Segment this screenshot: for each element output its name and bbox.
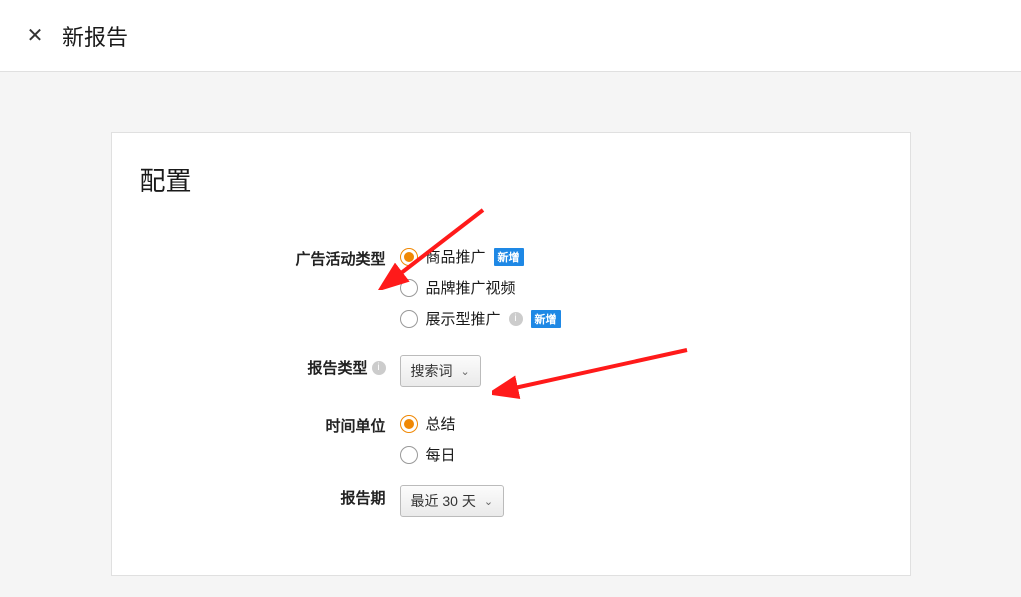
new-badge: 新增 [531, 310, 561, 328]
label-campaign-type-text: 广告活动类型 [295, 248, 385, 269]
radio-label: 商品推广 [426, 246, 486, 267]
close-icon[interactable]: ✕ [20, 23, 50, 48]
config-card: 配置 广告活动类型 商品推广 新增 品牌推广视频 展示型推广 i [111, 132, 911, 576]
radio-icon [400, 310, 418, 328]
row-report-type: 报告类型 i 搜索词 ⌄ [140, 355, 882, 387]
report-type-dropdown[interactable]: 搜索词 ⌄ [400, 355, 481, 387]
dropdown-value: 搜索词 [411, 361, 453, 381]
page-title: 新报告 [62, 20, 128, 52]
radio-icon [400, 415, 418, 433]
label-time-unit-text: 时间单位 [325, 415, 385, 436]
label-report-type-text: 报告类型 [307, 357, 367, 378]
radio-icon [400, 248, 418, 266]
label-report-type: 报告类型 i [140, 355, 400, 378]
label-campaign-type: 广告活动类型 [140, 246, 400, 269]
content: 配置 广告活动类型 商品推广 新增 品牌推广视频 展示型推广 i [0, 72, 1021, 576]
radio-daily[interactable]: 每日 [400, 444, 882, 465]
radio-label: 每日 [426, 444, 456, 465]
new-badge: 新增 [494, 248, 524, 266]
card-title: 配置 [140, 161, 882, 198]
info-icon[interactable]: i [509, 312, 523, 326]
info-icon[interactable]: i [372, 361, 386, 375]
row-report-period: 报告期 最近 30 天 ⌄ [140, 485, 882, 517]
radio-display-promotion[interactable]: 展示型推广 i 新增 [400, 308, 882, 329]
radio-summary[interactable]: 总结 [400, 413, 882, 434]
row-time-unit: 时间单位 总结 每日 [140, 413, 882, 465]
time-unit-options: 总结 每日 [400, 413, 882, 465]
radio-icon [400, 279, 418, 297]
radio-label: 总结 [426, 413, 456, 434]
label-report-period-text: 报告期 [340, 487, 385, 508]
dropdown-value: 最近 30 天 [411, 491, 476, 511]
report-type-control: 搜索词 ⌄ [400, 355, 882, 387]
label-report-period: 报告期 [140, 485, 400, 508]
radio-label: 品牌推广视频 [426, 277, 516, 298]
label-time-unit: 时间单位 [140, 413, 400, 436]
radio-brand-video[interactable]: 品牌推广视频 [400, 277, 882, 298]
radio-icon [400, 446, 418, 464]
radio-label: 展示型推广 [426, 308, 501, 329]
report-period-dropdown[interactable]: 最近 30 天 ⌄ [400, 485, 505, 517]
topbar: ✕ 新报告 [0, 0, 1021, 72]
campaign-type-options: 商品推广 新增 品牌推广视频 展示型推广 i 新增 [400, 246, 882, 329]
report-period-control: 最近 30 天 ⌄ [400, 485, 882, 517]
radio-product-promotion[interactable]: 商品推广 新增 [400, 246, 882, 267]
chevron-down-icon: ⌄ [484, 495, 493, 508]
row-campaign-type: 广告活动类型 商品推广 新增 品牌推广视频 展示型推广 i 新增 [140, 246, 882, 329]
chevron-down-icon: ⌄ [461, 365, 470, 378]
